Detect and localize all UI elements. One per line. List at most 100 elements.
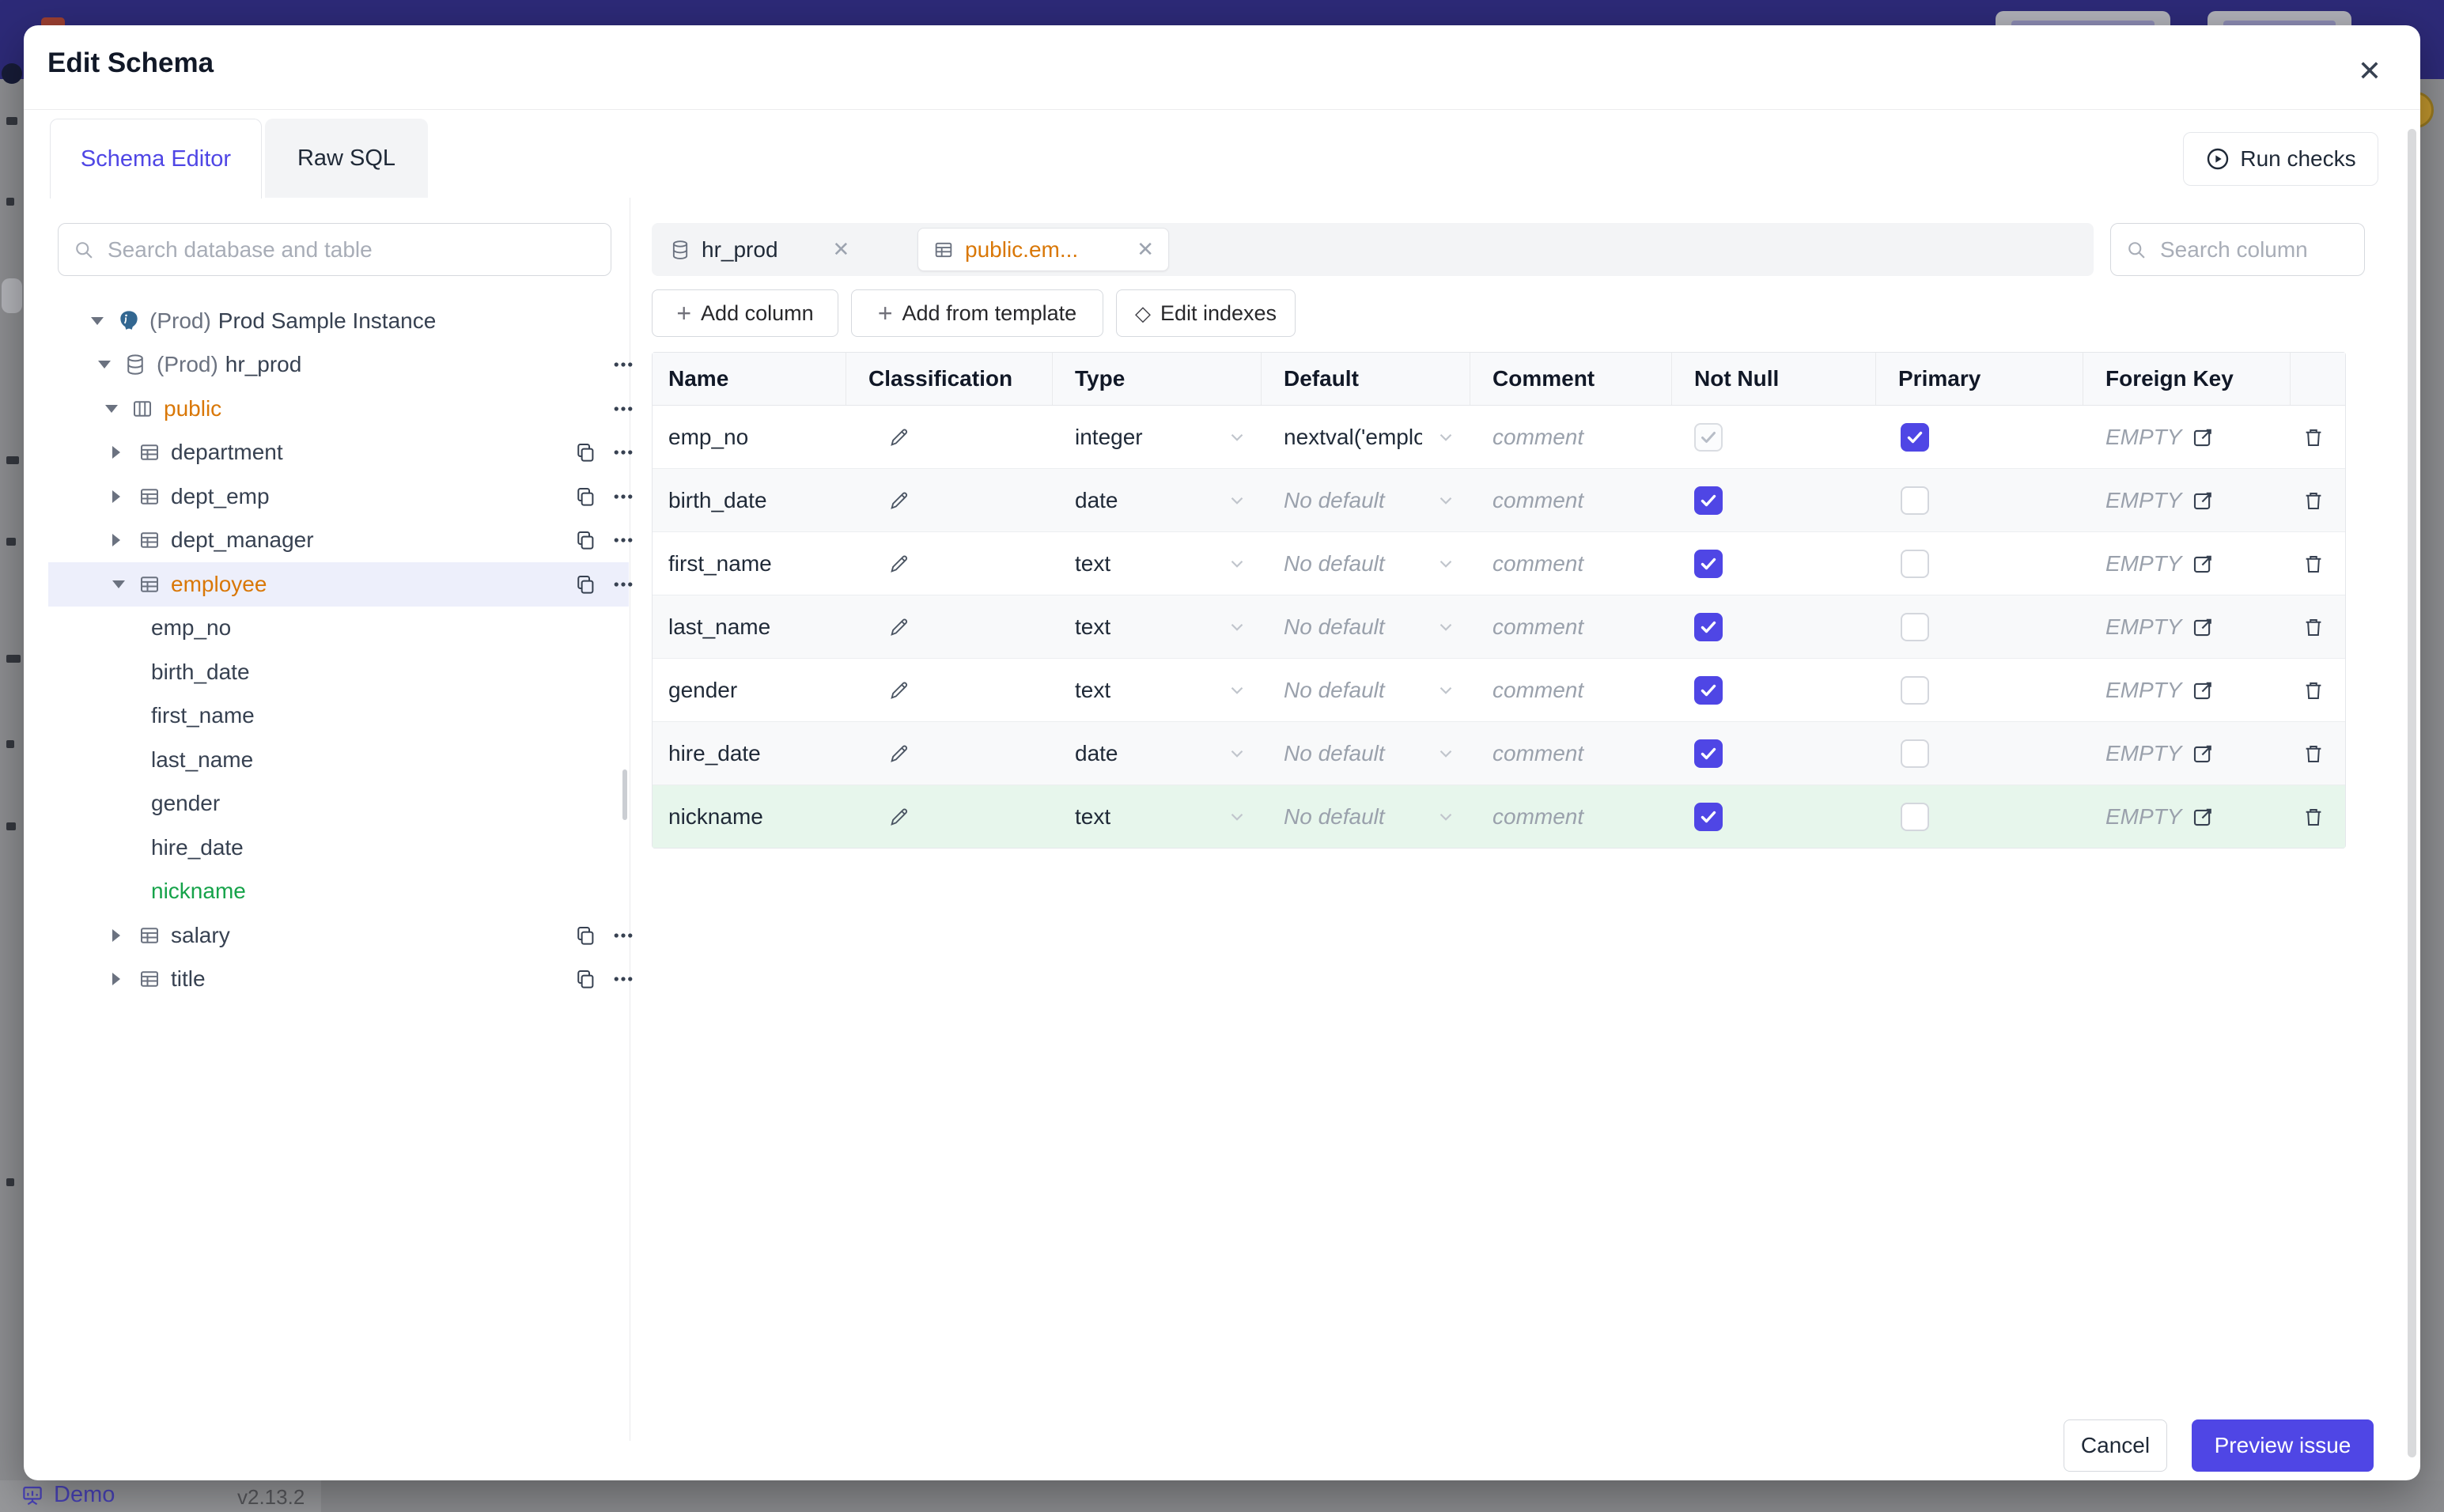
tab-chip-table-active[interactable]: public.em... ✕ [917, 228, 1169, 271]
pencil-icon[interactable] [887, 552, 911, 576]
ellipsis-menu-icon[interactable] [611, 440, 635, 464]
column-name-cell[interactable]: hire_date [653, 722, 846, 784]
trash-icon[interactable] [2302, 742, 2325, 765]
copy-icon[interactable] [573, 967, 597, 991]
ellipsis-menu-icon[interactable] [611, 573, 635, 596]
edit-square-icon[interactable] [2191, 805, 2215, 829]
type-select[interactable]: integer [1053, 406, 1262, 468]
edit-square-icon[interactable] [2191, 552, 2215, 576]
primary-checkbox[interactable] [1901, 802, 1929, 831]
column-search[interactable] [2110, 223, 2365, 276]
run-checks-button[interactable]: Run checks [2183, 132, 2378, 186]
not-null-checkbox[interactable] [1694, 739, 1723, 768]
column-name-cell[interactable]: gender [653, 659, 846, 721]
comment-input[interactable]: comment [1470, 659, 1672, 721]
tree-item-birth_date[interactable]: birth_date [48, 650, 629, 694]
close-icon[interactable]: ✕ [1137, 237, 1154, 262]
pencil-icon[interactable] [887, 615, 911, 639]
column-name-cell[interactable]: emp_no [653, 406, 846, 468]
chevron-right-icon[interactable] [112, 490, 120, 503]
trash-icon[interactable] [2302, 489, 2325, 512]
tree-item-salary[interactable]: salary [48, 913, 633, 958]
tree-item-dept_emp[interactable]: dept_emp [48, 474, 633, 519]
primary-checkbox[interactable] [1901, 486, 1929, 515]
primary-checkbox[interactable] [1901, 422, 1929, 452]
comment-input[interactable]: comment [1470, 785, 1672, 848]
default-select[interactable]: No default [1262, 532, 1470, 595]
edit-square-icon[interactable] [2191, 489, 2215, 512]
tree-item-first_name[interactable]: first_name [48, 694, 629, 739]
comment-input[interactable]: comment [1470, 722, 1672, 784]
tree-item-hr_prod[interactable]: (Prod) hr_prod [48, 343, 633, 387]
trash-icon[interactable] [2302, 552, 2325, 576]
edit-square-icon[interactable] [2191, 615, 2215, 639]
tab-chip-database[interactable]: hr_prod ✕ [669, 223, 849, 276]
ellipsis-menu-icon[interactable] [611, 397, 635, 421]
not-null-checkbox[interactable] [1694, 802, 1723, 831]
chevron-right-icon[interactable] [112, 928, 120, 942]
not-null-checkbox[interactable] [1694, 675, 1723, 705]
type-select[interactable]: text [1053, 532, 1262, 595]
comment-input[interactable]: comment [1470, 595, 1672, 658]
pencil-icon[interactable] [887, 805, 911, 829]
modal-scrollbar[interactable] [2408, 129, 2416, 1457]
chevron-down-icon[interactable] [91, 316, 104, 325]
type-select[interactable]: date [1053, 722, 1262, 784]
preview-issue-button[interactable]: Preview issue [2192, 1419, 2374, 1472]
primary-checkbox[interactable] [1901, 739, 1929, 768]
column-name-cell[interactable]: first_name [653, 532, 846, 595]
ellipsis-menu-icon[interactable] [611, 924, 635, 947]
trash-icon[interactable] [2302, 679, 2325, 702]
column-name-cell[interactable]: nickname [653, 785, 846, 848]
sidebar-scrollbar[interactable] [622, 769, 627, 820]
trash-icon[interactable] [2302, 805, 2325, 829]
trash-icon[interactable] [2302, 425, 2325, 449]
trash-icon[interactable] [2302, 615, 2325, 639]
chevron-down-icon[interactable] [105, 404, 118, 413]
default-select[interactable]: No default [1262, 722, 1470, 784]
comment-input[interactable]: comment [1470, 469, 1672, 531]
tree-item-emp_no[interactable]: emp_no [48, 607, 629, 651]
type-select[interactable]: text [1053, 659, 1262, 721]
close-icon[interactable]: ✕ [2351, 52, 2389, 90]
tree-item-nickname[interactable]: nickname [48, 870, 629, 914]
primary-checkbox[interactable] [1901, 549, 1929, 578]
default-select[interactable]: No default [1262, 659, 1470, 721]
tree-item-title[interactable]: title [48, 958, 633, 1002]
type-select[interactable]: text [1053, 595, 1262, 658]
not-null-checkbox[interactable] [1694, 612, 1723, 641]
copy-icon[interactable] [573, 485, 597, 508]
tree-search[interactable] [58, 223, 611, 276]
column-name-cell[interactable]: birth_date [653, 469, 846, 531]
edit-square-icon[interactable] [2191, 425, 2215, 449]
ellipsis-menu-icon[interactable] [611, 353, 635, 376]
tree-item-hire_date[interactable]: hire_date [48, 826, 629, 870]
default-select[interactable]: nextval('employ [1262, 406, 1470, 468]
not-null-checkbox[interactable] [1694, 549, 1723, 578]
tree-item-employee[interactable]: employee [48, 562, 633, 607]
column-name-cell[interactable]: last_name [653, 595, 846, 658]
copy-icon[interactable] [573, 573, 597, 596]
not-null-checkbox[interactable] [1694, 486, 1723, 515]
ellipsis-menu-icon[interactable] [611, 485, 635, 508]
type-select[interactable]: text [1053, 785, 1262, 848]
comment-input[interactable]: comment [1470, 406, 1672, 468]
add-from-template-button[interactable]: + Add from template [851, 289, 1103, 337]
not-null-checkbox[interactable] [1694, 422, 1723, 452]
comment-input[interactable]: comment [1470, 532, 1672, 595]
cancel-button[interactable]: Cancel [2064, 1419, 2167, 1472]
pencil-icon[interactable] [887, 679, 911, 702]
add-column-button[interactable]: + Add column [652, 289, 838, 337]
copy-icon[interactable] [573, 528, 597, 552]
tree-item-prod-sample-instance[interactable]: (Prod) Prod Sample Instance [48, 299, 629, 343]
tab-schema-editor[interactable]: Schema Editor [50, 119, 262, 198]
default-select[interactable]: No default [1262, 785, 1470, 848]
tree-search-input[interactable] [106, 236, 596, 263]
tree-item-dept_manager[interactable]: dept_manager [48, 519, 633, 563]
chevron-right-icon[interactable] [112, 534, 120, 547]
type-select[interactable]: date [1053, 469, 1262, 531]
tree-item-department[interactable]: department [48, 431, 633, 475]
ellipsis-menu-icon[interactable] [611, 967, 635, 991]
chevron-down-icon[interactable] [112, 580, 125, 588]
primary-checkbox[interactable] [1901, 612, 1929, 641]
